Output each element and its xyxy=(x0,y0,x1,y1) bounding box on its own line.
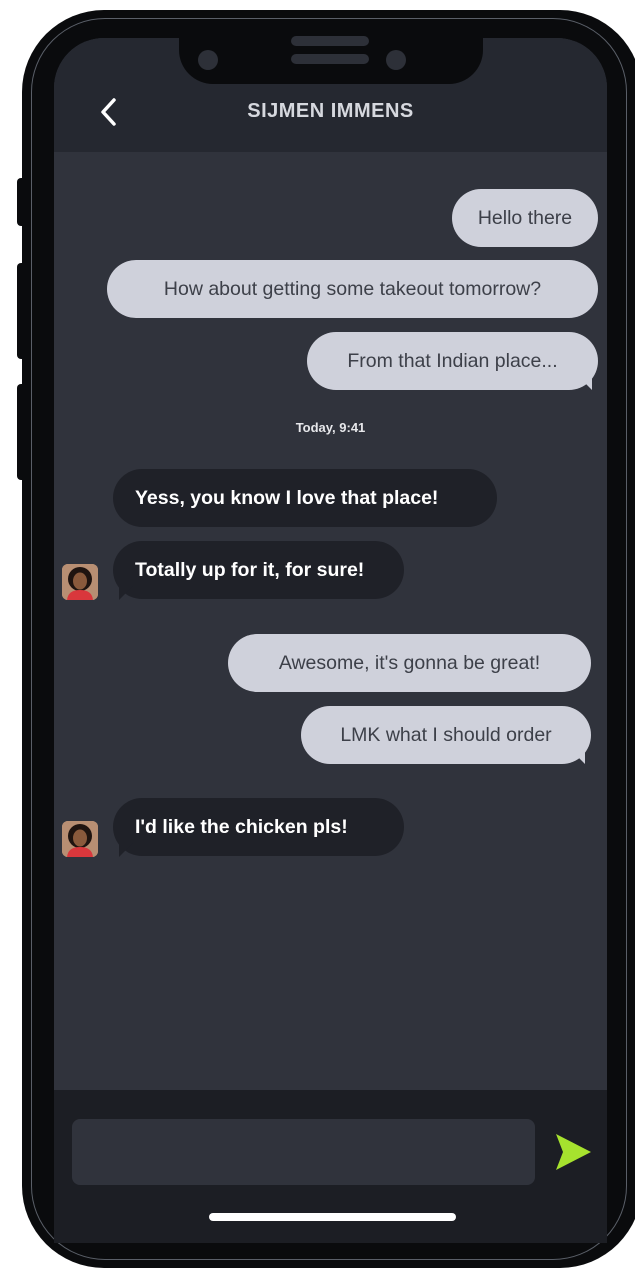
message-text: From that Indian place... xyxy=(347,350,558,372)
message-bubble-outgoing: Awesome, it's gonna be great! xyxy=(228,634,591,692)
message-input[interactable] xyxy=(72,1119,535,1185)
contact-avatar xyxy=(62,821,98,857)
person-avatar-icon xyxy=(62,564,98,600)
home-indicator[interactable] xyxy=(209,1213,456,1221)
message-bubble-incoming: Totally up for it, for sure! xyxy=(113,541,404,599)
earpiece-speaker xyxy=(291,54,369,64)
message-text: I'd like the chicken pls! xyxy=(135,816,348,838)
bubble-tail xyxy=(571,750,585,764)
message-text: Hello there xyxy=(477,207,573,229)
message-bubble-outgoing: From that Indian place... xyxy=(307,332,598,390)
bubble-tail xyxy=(119,586,133,600)
message-bubble-outgoing: Hello there xyxy=(452,189,598,247)
person-avatar-icon xyxy=(62,821,98,857)
bubble-tail xyxy=(119,843,133,857)
contact-avatar xyxy=(62,564,98,600)
message-text: How about getting some takeout tomorrow? xyxy=(163,278,542,300)
earpiece-speaker xyxy=(291,36,369,46)
proximity-sensor-icon xyxy=(386,50,406,70)
message-bubble-incoming: I'd like the chicken pls! xyxy=(113,798,404,856)
message-text: Awesome, it's gonna be great! xyxy=(278,652,541,674)
message-text: Totally up for it, for sure! xyxy=(135,559,365,581)
message-text: Yess, you know I love that place! xyxy=(135,487,439,509)
send-button[interactable] xyxy=(553,1131,593,1173)
bubble-tail xyxy=(578,376,592,390)
message-timestamp: Today, 9:41 xyxy=(295,420,366,435)
message-bubble-incoming: Yess, you know I love that place! xyxy=(113,469,497,527)
send-arrow-icon xyxy=(556,1134,591,1170)
message-text: LMK what I should order xyxy=(340,724,552,746)
message-bubble-outgoing: LMK what I should order xyxy=(301,706,591,764)
message-bubble-outgoing: How about getting some takeout tomorrow? xyxy=(107,260,598,318)
phone-notch xyxy=(179,36,483,84)
front-camera-icon xyxy=(198,50,218,70)
contact-name-title: SIJMEN IMMENS xyxy=(247,100,414,122)
